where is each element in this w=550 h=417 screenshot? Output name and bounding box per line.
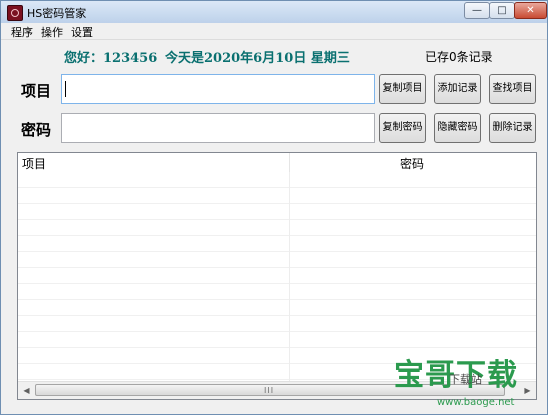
record-count: 已存0条记录 [425,50,493,64]
app-window: HS密码管家 — □ ✕ 程序 操作 设置 您好：123456 今天是2020年… [0,0,548,415]
horizontal-scrollbar[interactable]: ◀ III ▶ [18,381,536,399]
menu-settings[interactable]: 设置 [71,24,93,40]
column-header-password[interactable]: 密码 [400,155,424,172]
menu-operate[interactable]: 操作 [41,24,63,40]
greeting-text: 您好：123456 [64,51,158,66]
maximize-button[interactable]: □ [489,2,515,19]
window-title: HS密码管家 [27,7,87,20]
scroll-grip-icon: III [264,386,275,395]
list-rows [18,172,536,382]
delete-record-button[interactable]: 删除记录 [489,113,536,143]
item-input[interactable] [61,74,375,104]
menu-bar: 程序 操作 设置 [1,23,547,40]
column-divider[interactable] [289,153,290,172]
close-button[interactable]: ✕ [514,2,547,19]
minimize-button[interactable]: — [464,2,490,19]
find-item-button[interactable]: 查找项目 [489,74,536,104]
copy-password-button[interactable]: 复制密码 [379,113,426,143]
password-input[interactable] [61,113,375,143]
column-gridline [289,172,290,382]
text-caret [65,81,66,97]
scroll-thumb[interactable]: III [35,384,505,396]
date-text: 今天是2020年6月10日 星期三 [165,51,350,66]
records-list[interactable]: 项目 密码 ◀ III ▶ [17,152,537,400]
scroll-left-arrow-icon[interactable]: ◀ [18,382,35,399]
app-icon [7,5,23,21]
scroll-right-arrow-icon[interactable]: ▶ [519,382,536,399]
copy-item-button[interactable]: 复制项目 [379,74,426,104]
column-header-item[interactable]: 项目 [22,155,46,172]
title-bar[interactable]: HS密码管家 — □ ✕ [1,1,547,24]
menu-program[interactable]: 程序 [11,24,33,40]
list-header: 项目 密码 [18,153,536,173]
hide-password-button[interactable]: 隐藏密码 [434,113,481,143]
add-record-button[interactable]: 添加记录 [434,74,481,104]
item-label: 项目 [21,82,52,100]
password-label: 密码 [21,121,52,139]
